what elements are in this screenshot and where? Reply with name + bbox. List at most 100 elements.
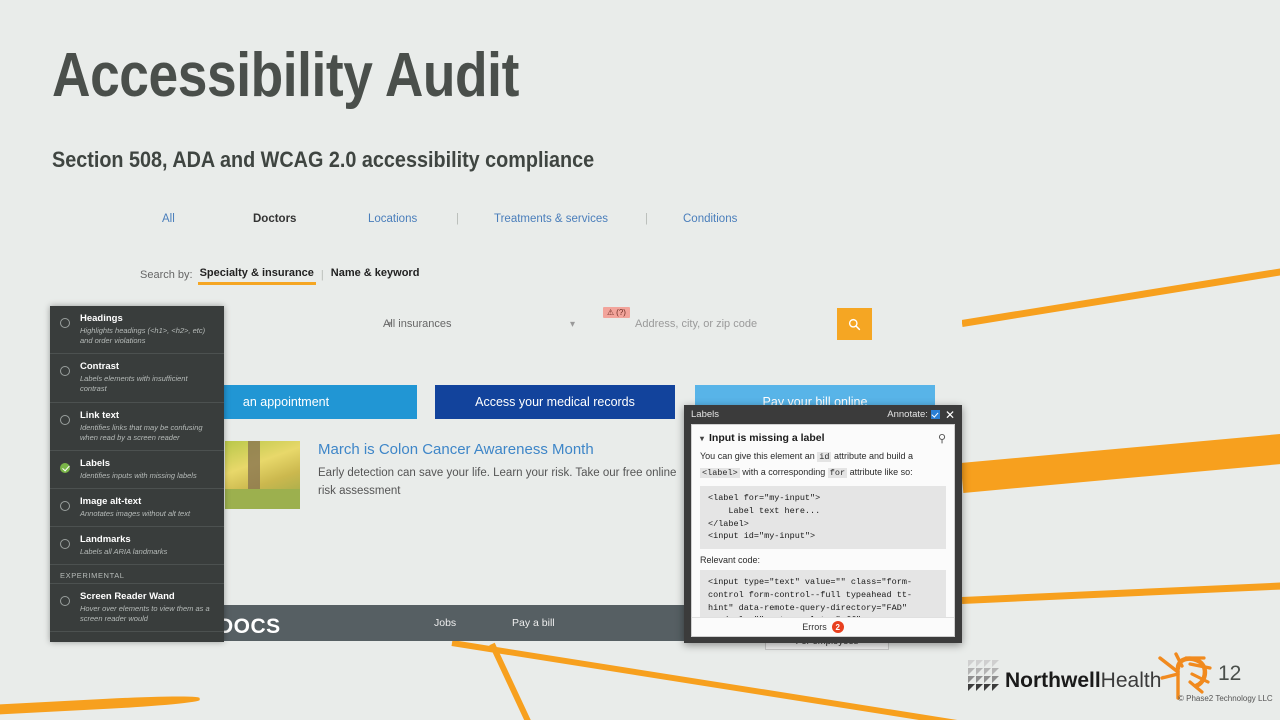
a11y-section-experimental: EXPERIMENTAL (50, 565, 224, 585)
specialty-select[interactable]: ▾ (220, 305, 400, 343)
chevron-down-icon: ▾ (569, 318, 575, 330)
close-icon[interactable]: ✕ (945, 408, 955, 422)
accessibility-tool-panel: Headings Highlights headings (<h1>, <h2>… (50, 306, 224, 642)
page-number: 12 (1218, 662, 1242, 685)
a11y-option-desc: Identifies links that may be confusing w… (80, 422, 203, 442)
a11y-option-landmarks[interactable]: Landmarks Labels all ARIA landmarks (50, 527, 224, 566)
a11y-option-desc: Labels elements with insufficient contra… (80, 374, 188, 394)
a11y-option-labels[interactable]: Labels Identifies inputs with missing la… (50, 451, 224, 489)
northwell-health-logo: NorthwellHealth· (968, 660, 1165, 691)
search-by-name[interactable]: Name & keyword (331, 267, 420, 283)
missing-label-error-badge[interactable]: ⚠ (?) (603, 307, 630, 318)
radio-icon[interactable] (60, 414, 70, 425)
desc-part-4: attribute like so: (847, 466, 913, 477)
search-icon (848, 318, 861, 330)
search-by-label: Search by: (140, 269, 193, 281)
radio-icon[interactable] (60, 596, 70, 607)
errors-label: Errors (802, 622, 827, 632)
a11y-option-link-text[interactable]: Link text Identifies links that may be c… (50, 403, 224, 451)
radio-icon[interactable] (60, 539, 70, 549)
radio-icon[interactable] (60, 366, 70, 377)
a11y-option-label: Labels (80, 457, 111, 469)
annotate-checkbox[interactable] (930, 410, 940, 419)
relevant-code-label: Relevant code: (700, 555, 761, 566)
dev-panel-body: ▾ Input is missing a label ⚲ You can giv… (691, 424, 955, 637)
a11y-option-contrast[interactable]: Contrast Labels elements with insufficie… (50, 354, 224, 403)
stripe-5 (489, 642, 563, 720)
nav-tab-doctors[interactable]: Doctors (253, 213, 296, 225)
phase2-copyright: © Phase2 Technology LLC (1178, 694, 1273, 703)
warning-triangle-icon: ⚠ (607, 308, 615, 317)
a11y-option-screen-reader-wand[interactable]: Screen Reader Wand Hover over elements t… (50, 584, 224, 633)
stripe-2 (960, 426, 1280, 493)
search-icon[interactable]: ⚲ (938, 432, 946, 445)
issue-description: You can give this element an id attribut… (692, 449, 954, 486)
medical-records-button[interactable]: Access your medical records (435, 385, 675, 419)
search-by-row: Search by: Specialty & insurance | Name … (140, 267, 420, 285)
desc-part-3: with a corresponding (739, 466, 828, 477)
a11y-option-label: Headings (80, 313, 123, 324)
search-by-specialty[interactable]: Specialty & insurance (197, 267, 317, 285)
example-code-block: <label for="my-input"> Label text here..… (700, 486, 946, 550)
nav-separator-2: | (645, 213, 648, 225)
nav-tab-all[interactable]: All (162, 213, 175, 225)
desc-code-label: <label> (700, 467, 740, 478)
nav-tab-locations[interactable]: Locations (368, 213, 417, 225)
northwell-mark-icon (968, 660, 999, 691)
desc-code-for: for (827, 467, 848, 478)
radio-icon[interactable] (60, 500, 70, 511)
radio-icon[interactable] (60, 318, 70, 328)
issue-title: Input is missing a label (709, 432, 825, 444)
article-heading[interactable]: March is Colon Cancer Awareness Month (318, 441, 685, 458)
a11y-option-label: Contrast (80, 361, 120, 373)
collapse-chevron-icon: ⌄ (132, 638, 141, 642)
a11y-option-desc: Highlights headings (<h1>, <h2>, etc) an… (80, 326, 206, 346)
footer-brand: DOCS (218, 615, 281, 638)
article-body: Early detection can save your life. Lear… (318, 467, 677, 497)
errors-count-badge: 2 (831, 621, 844, 633)
footer-link-pay-a-bill[interactable]: Pay a bill (512, 617, 555, 629)
dev-panel-title: Labels (691, 409, 719, 420)
nav-tab-treatments[interactable]: Treatments & services (494, 213, 608, 225)
dev-panel-header: Labels Annotate: ✕ (684, 405, 962, 424)
a11y-option-desc: Annotates images without alt text (80, 508, 191, 518)
location-input[interactable]: Address, city, or zip code (635, 305, 865, 343)
a11y-option-label: Image alt-text (80, 495, 142, 507)
nav-tab-conditions[interactable]: Conditions (683, 213, 737, 225)
issue-title-row[interactable]: ▾ Input is missing a label (692, 425, 954, 449)
article-card[interactable]: March is Colon Cancer Awareness Month Ea… (225, 441, 685, 509)
a11y-option-image-alt-text[interactable]: Image alt-text Annotates images without … (50, 489, 224, 527)
a11y-option-headings[interactable]: Headings Highlights headings (<h1>, <h2>… (50, 306, 224, 355)
a11y-option-label: Link text (80, 409, 120, 421)
stripe-3 (961, 578, 1280, 604)
insurance-select[interactable]: All insurances ▾ (383, 305, 583, 343)
desc-part-1: You can give this element an (700, 451, 818, 461)
article-thumbnail (225, 441, 300, 509)
a11y-option-label: Landmarks (80, 534, 131, 545)
a11y-panel-collapse[interactable]: ⌄ (50, 632, 224, 642)
insurance-value: All insurances (383, 318, 452, 330)
page-subtitle: Section 508, ADA and WCAG 2.0 accessibil… (52, 147, 595, 172)
a11y-option-desc: Labels all ARIA landmarks (80, 547, 168, 556)
nav-separator-1: | (456, 213, 459, 225)
dev-annotation-panel: Labels Annotate: ✕ ▾ Input is missing a … (684, 405, 962, 643)
footer-link-jobs[interactable]: Jobs (434, 617, 456, 629)
search-button[interactable] (837, 308, 872, 340)
a11y-option-desc: Hover over elements to view them as a sc… (80, 604, 210, 624)
northwell-bold-text: Northwell (1005, 669, 1101, 692)
phase2-starburst-icon (1152, 652, 1214, 700)
search-by-separator: | (320, 269, 324, 281)
error-badge-text: (?) (616, 308, 626, 317)
site-nav: All Doctors Locations | Treatments & ser… (50, 193, 962, 245)
checkmark-icon[interactable] (60, 462, 70, 473)
page-title: Accessibility Audit (52, 41, 519, 110)
chevron-down-icon[interactable]: ▾ (700, 434, 704, 443)
desc-part-2: attribute and build a (831, 451, 914, 461)
slide: Accessibility Audit Section 508, ADA and… (0, 0, 1280, 720)
a11y-option-label: Screen Reader Wand (80, 591, 175, 603)
errors-bar[interactable]: Errors 2 (692, 617, 954, 636)
desc-code-id: id (817, 452, 832, 462)
northwell-wordmark: NorthwellHealth· (1005, 670, 1165, 691)
stripe-4 (451, 640, 1006, 720)
a11y-option-desc: Identifies inputs with missing labels (80, 470, 197, 480)
